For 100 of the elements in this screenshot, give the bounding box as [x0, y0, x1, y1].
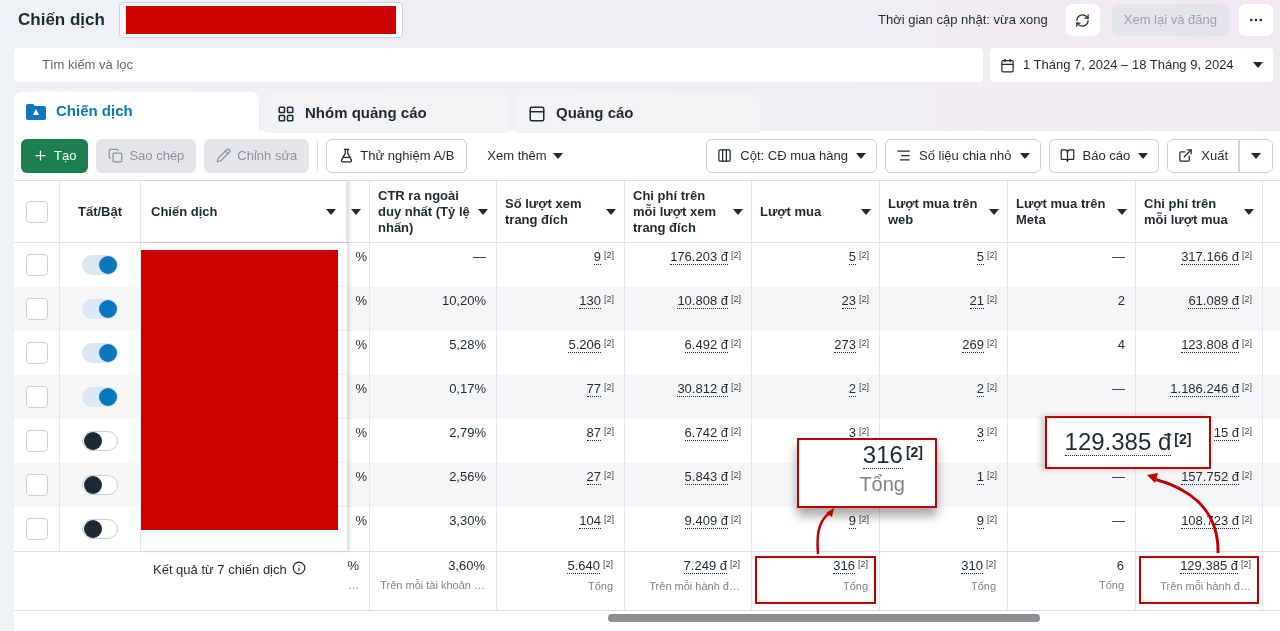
- tab[interactable]: Quảng cáo: [516, 94, 761, 133]
- toggle-switch[interactable]: [82, 475, 118, 495]
- toggle-switch[interactable]: [82, 299, 118, 319]
- metric-value[interactable]: 129.385 đ: [1064, 429, 1172, 456]
- metric-value[interactable]: 2: [976, 381, 984, 397]
- checkbox[interactable]: [25, 200, 48, 223]
- metric-value: —: [1112, 469, 1125, 484]
- metric-value[interactable]: 61.089 đ: [1188, 293, 1239, 309]
- footnote-mark: [2]: [731, 425, 741, 438]
- toolbar-button[interactable]: Xuất: [1167, 138, 1239, 173]
- toggle-switch[interactable]: [82, 255, 118, 275]
- name-field[interactable]: [118, 2, 403, 38]
- metric-value[interactable]: 5.640: [567, 558, 600, 574]
- metric-value[interactable]: 123.808 đ: [1181, 337, 1239, 353]
- metric-value: %: [355, 381, 367, 396]
- checkbox[interactable]: [25, 298, 48, 320]
- metric-value[interactable]: 269: [962, 337, 984, 353]
- checkbox[interactable]: [25, 254, 48, 276]
- metric-value[interactable]: 129.385 đ: [1180, 558, 1238, 574]
- metric-value[interactable]: 130: [579, 293, 601, 309]
- caret-icon: [861, 208, 871, 215]
- toolbar-button[interactable]: Cột: CĐ mua hàng: [706, 138, 878, 173]
- column-header[interactable]: Lượt mua trên web: [880, 181, 1008, 242]
- date-range-button[interactable]: 1 Tháng 7, 2024 – 18 Tháng 9, 2024: [990, 48, 1273, 82]
- toggle-switch[interactable]: [82, 343, 118, 363]
- search-field[interactable]: Tìm kiếm và lọc: [14, 48, 983, 82]
- column-header[interactable]: Chiến dịch: [141, 181, 347, 242]
- metric-value[interactable]: 316: [833, 558, 855, 574]
- metric-value: %: [355, 337, 367, 352]
- metric-value[interactable]: 5.843 đ: [684, 469, 728, 485]
- metric-value[interactable]: 9: [593, 249, 601, 265]
- metric-value[interactable]: 1: [976, 469, 984, 485]
- footnote-mark: [2]: [905, 443, 923, 462]
- metric-value[interactable]: 310: [961, 558, 983, 574]
- metric-value[interactable]: 27: [586, 469, 601, 485]
- footnote-mark: [2]: [604, 381, 614, 394]
- metric-value[interactable]: 273: [834, 337, 856, 353]
- metric-value[interactable]: 5.206: [568, 337, 601, 353]
- toolbar-button[interactable]: Thử nghiệm A/B: [326, 138, 468, 173]
- checkbox[interactable]: [25, 430, 48, 452]
- metric-value[interactable]: 316: [862, 442, 903, 469]
- caret-icon: [1253, 62, 1263, 68]
- metric-value[interactable]: 77: [586, 381, 601, 397]
- metric-value[interactable]: 7.249 đ: [683, 558, 727, 574]
- checkbox[interactable]: [25, 386, 48, 408]
- toggle-switch[interactable]: [82, 519, 118, 539]
- metric-value[interactable]: 3: [976, 425, 984, 441]
- metric-value[interactable]: 1.186.246 đ: [1170, 381, 1239, 397]
- toolbar-button[interactable]: Xem thêm: [475, 138, 575, 173]
- metric-value[interactable]: 15 đ: [1213, 425, 1239, 441]
- caret-icon: [1251, 152, 1261, 159]
- column-header[interactable]: Chi phí trên mỗi lượt xem trang đích: [625, 181, 752, 242]
- metric-value[interactable]: 6.492 đ: [684, 337, 728, 353]
- footnote-mark: [2]: [987, 469, 997, 482]
- toggle-switch[interactable]: [82, 431, 118, 451]
- metric-value[interactable]: 5: [976, 249, 984, 265]
- tab[interactable]: Nhóm quảng cáo: [265, 94, 510, 133]
- toolbar-button[interactable]: Số liệu chia nhỏ: [885, 138, 1041, 173]
- checkbox[interactable]: [25, 342, 48, 364]
- metric-value[interactable]: 9: [848, 513, 856, 529]
- metric-value[interactable]: 87: [586, 425, 601, 441]
- footnote-mark: [2]: [731, 381, 741, 394]
- metric-value[interactable]: 2: [848, 381, 856, 397]
- toolbar-button[interactable]: Báo cáo: [1048, 138, 1160, 173]
- window-icon: [528, 104, 546, 123]
- metric-value[interactable]: 9.409 đ: [684, 513, 728, 529]
- metric-value[interactable]: 23: [841, 293, 856, 309]
- metric-value[interactable]: 104: [579, 513, 601, 529]
- column-header[interactable]: Lượt mua trên Meta: [1008, 181, 1136, 242]
- toolbar-button[interactable]: Tạo: [21, 138, 89, 173]
- refresh-button[interactable]: [1065, 4, 1100, 36]
- footnote-mark: [2]: [1241, 558, 1251, 571]
- metric-value[interactable]: 30.812 đ: [677, 381, 728, 397]
- summary-caption: Trên mỗi hành đ…: [1160, 579, 1251, 594]
- column-header[interactable]: Chi phí trên mỗi lượt mua: [1136, 181, 1263, 242]
- column-header[interactable]: Số lượt xem trang đích: [497, 181, 625, 242]
- columns-icon: [717, 148, 733, 163]
- report-icon: [1059, 148, 1075, 163]
- footnote-mark: [2]: [859, 337, 869, 350]
- checkbox[interactable]: [25, 474, 48, 496]
- caret-icon: [856, 152, 867, 159]
- metric-value[interactable]: 317.166 đ: [1181, 249, 1239, 265]
- footnote-mark: [2]: [1242, 469, 1252, 482]
- metric-value[interactable]: 10.808 đ: [677, 293, 728, 309]
- checkbox[interactable]: [25, 518, 48, 540]
- metric-value[interactable]: 176.203 đ: [670, 249, 728, 265]
- calendar-icon: [1000, 57, 1015, 73]
- metric-value[interactable]: 21: [969, 293, 984, 309]
- tab[interactable]: Chiến dịch: [14, 92, 259, 131]
- metric-value: %: [355, 293, 367, 308]
- metric-value[interactable]: 9: [976, 513, 984, 529]
- metric-value[interactable]: 5: [848, 249, 856, 265]
- metric-value[interactable]: 6.742 đ: [684, 425, 728, 441]
- export-menu-button[interactable]: [1239, 138, 1273, 173]
- column-header[interactable]: CTR ra ngoài duy nhất (Tỷ lệ nhấn): [370, 181, 497, 242]
- footnote-mark: [2]: [1242, 337, 1252, 350]
- metric-value: %: [355, 513, 367, 528]
- scrollbar[interactable]: [608, 614, 1040, 622]
- toggle-switch[interactable]: [82, 387, 118, 407]
- column-header[interactable]: Lượt mua: [752, 181, 880, 242]
